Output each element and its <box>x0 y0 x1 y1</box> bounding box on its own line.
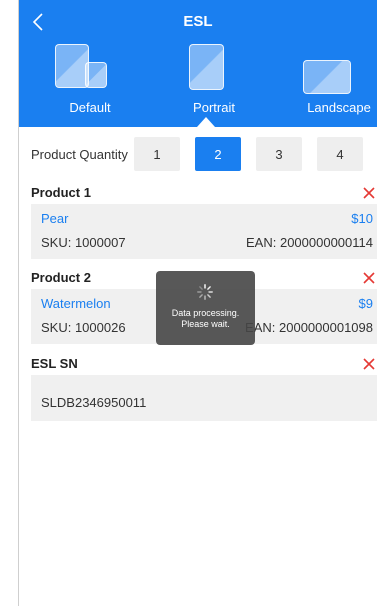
quantity-option-3[interactable]: 3 <box>256 137 302 171</box>
layout-label-landscape: Landscape <box>307 100 371 115</box>
product-1-heading: Product 1 <box>31 185 91 200</box>
product-1-name: Pear <box>41 211 69 226</box>
layout-label-default: Default <box>69 100 111 115</box>
layout-option-landscape[interactable]: Landscape <box>300 44 377 122</box>
default-layout-icon <box>55 44 89 88</box>
page-title: ESL <box>183 13 213 30</box>
delete-product-1-button[interactable] <box>361 185 377 201</box>
header-bar: ESL Default Portrait Landscape <box>19 0 377 127</box>
product-quantity-label: Product Quantity <box>31 147 128 162</box>
product-2-sku: SKU: 1000026 <box>41 320 126 335</box>
product-2-ean: EAN: 2000000001098 <box>245 320 373 335</box>
product-2-heading: Product 2 <box>31 270 91 285</box>
landscape-layout-icon <box>303 60 351 94</box>
product-1-ean: EAN: 2000000000114 <box>246 235 373 250</box>
delete-product-2-button[interactable] <box>361 270 377 286</box>
product-1-card: Pear $10 SKU: 1000007 EAN: 2000000000114 <box>31 204 377 259</box>
esl-sn-heading: ESL SN <box>31 356 78 371</box>
close-icon <box>363 272 375 284</box>
layout-label-portrait: Portrait <box>193 100 235 115</box>
selected-layout-indicator <box>197 117 215 127</box>
product-1-sku: SKU: 1000007 <box>41 235 126 250</box>
quantity-option-4[interactable]: 4 <box>317 137 363 171</box>
delete-esl-sn-button[interactable] <box>361 356 377 372</box>
default-layout-icon-secondary <box>85 62 107 88</box>
quantity-option-2[interactable]: 2 <box>195 137 241 171</box>
layout-option-default[interactable]: Default <box>51 44 129 122</box>
spinner-icon <box>197 284 213 300</box>
close-icon <box>363 358 375 370</box>
product-1-price: $10 <box>351 211 373 226</box>
portrait-layout-icon <box>189 44 224 90</box>
loading-message: Data processing. Please wait. <box>156 308 255 330</box>
esl-screen: ESL Default Portrait Landscape Product Q… <box>0 0 377 606</box>
quantity-option-1[interactable]: 1 <box>134 137 180 171</box>
product-2-name: Watermelon <box>41 296 111 311</box>
product-quantity-row: Product Quantity 1 2 3 4 <box>19 137 377 173</box>
loading-message-line-1: Data processing. <box>171 308 240 318</box>
layout-option-portrait[interactable]: Portrait <box>179 44 249 122</box>
esl-sn-value: SLDB2346950011 <box>41 395 147 410</box>
product-2-price: $9 <box>358 296 373 311</box>
loading-toast: Data processing. Please wait. <box>156 271 255 345</box>
esl-sn-card[interactable]: SLDB2346950011 <box>31 375 377 421</box>
loading-message-line-2: Please wait. <box>181 319 230 329</box>
close-icon <box>363 187 375 199</box>
